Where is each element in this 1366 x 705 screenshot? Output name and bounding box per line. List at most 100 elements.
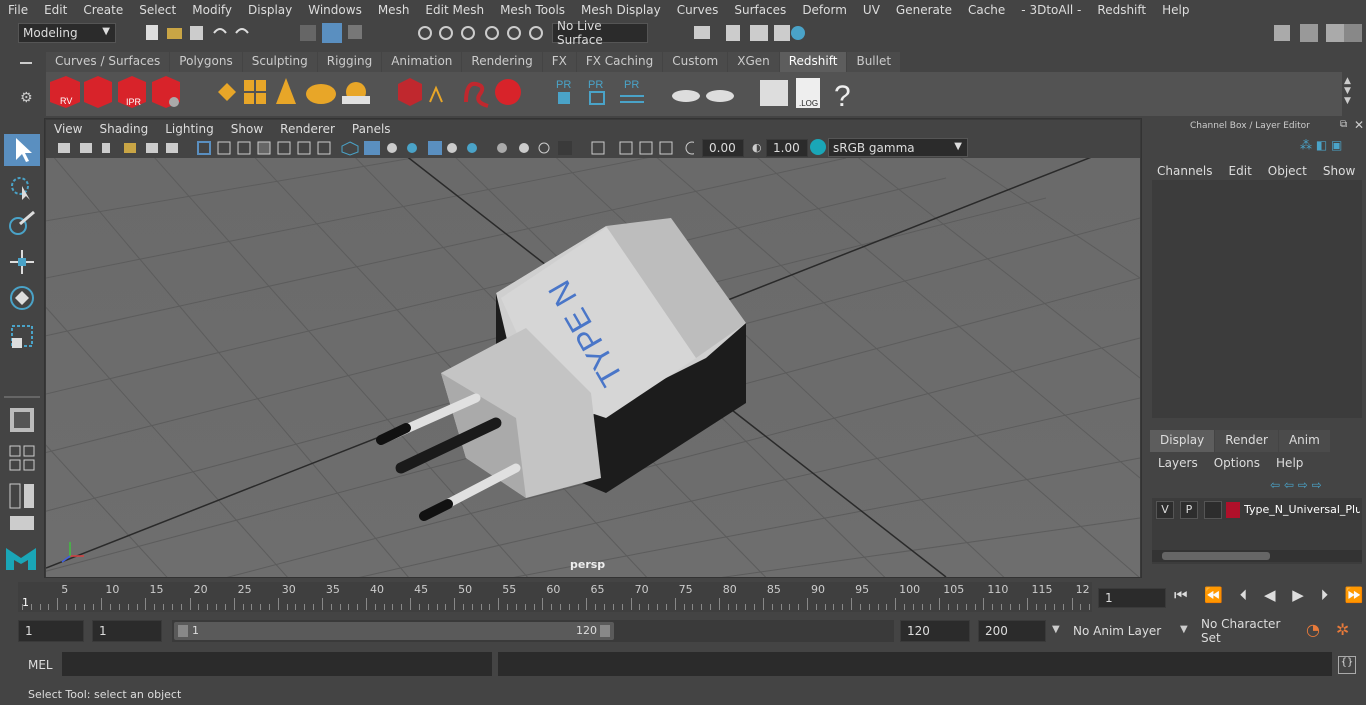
menu-7[interactable]: Mesh (370, 3, 418, 17)
layer-playback-toggle[interactable]: P (1180, 501, 1198, 519)
layer-menu-2[interactable]: Help (1266, 454, 1309, 472)
menu-icon[interactable] (20, 62, 32, 64)
layer-icons[interactable]: ⇦ ⇦ ⇨ ⇨ (1270, 478, 1322, 492)
select-tool-icon[interactable] (4, 134, 40, 166)
menu-0[interactable]: File (0, 3, 36, 17)
layer-name[interactable]: Type_N_Universal_Plug (1244, 503, 1360, 516)
shelf-tab-7[interactable]: FX Caching (576, 52, 663, 72)
range-slider-handle[interactable]: 1 120 (174, 622, 614, 640)
channel-menu-3[interactable]: Show (1314, 160, 1362, 178)
menu-16[interactable]: Cache (960, 3, 1013, 17)
menu-11[interactable]: Curves (669, 3, 727, 17)
viewport-3d[interactable]: TYPE N persp (46, 158, 1140, 577)
current-frame-field[interactable]: 1 (1098, 588, 1166, 608)
mode-dropdown[interactable]: Modeling ▼ (18, 23, 116, 43)
layer-tab-1[interactable]: Render (1215, 430, 1278, 452)
range-slider[interactable]: 1 120 (172, 620, 894, 642)
channel-menu-0[interactable]: Channels (1148, 160, 1220, 178)
layer-row[interactable]: V P Type_N_Universal_Plug (1154, 500, 1360, 520)
shelf-tab-10[interactable]: Redshift (779, 52, 847, 72)
workspace-icons[interactable] (1270, 22, 1366, 44)
menu-8[interactable]: Edit Mesh (417, 3, 492, 17)
rotate-tool-icon[interactable] (4, 282, 40, 314)
layout-four-icon[interactable] (4, 442, 40, 474)
scale-tool-icon[interactable] (4, 320, 40, 352)
range-start-knob[interactable] (178, 625, 188, 637)
viewport-menu-5[interactable]: Panels (344, 122, 400, 136)
menu-18[interactable]: Redshift (1089, 3, 1154, 17)
menu-10[interactable]: Mesh Display (573, 3, 669, 17)
viewport-menu-3[interactable]: Show (223, 122, 272, 136)
plug-model[interactable]: TYPE N (376, 218, 746, 521)
script-editor-icon[interactable]: {} (1338, 656, 1356, 674)
auto-key-icon[interactable]: ◔ (1306, 620, 1320, 639)
playback-end-field[interactable]: 120 (900, 620, 970, 642)
shelf-tab-11[interactable]: Bullet (847, 52, 901, 72)
layer-color-swatch[interactable] (1226, 502, 1240, 518)
scrollbar-thumb[interactable] (1162, 552, 1270, 560)
gear-icon[interactable]: ⚙ (20, 90, 33, 106)
menu-1[interactable]: Edit (36, 3, 75, 17)
time-slider[interactable]: 5 10 15 20 25 30 35 40 45 50 55 60 65 70 75 80 85 90 95 100… (0, 580, 1366, 616)
viewport-menu-1[interactable]: Shading (91, 122, 157, 136)
viewport-menu-2[interactable]: Lighting (157, 122, 223, 136)
menu-9[interactable]: Mesh Tools (492, 3, 573, 17)
shelf-tab-2[interactable]: Sculpting (242, 52, 317, 72)
viewport-menu-4[interactable]: Renderer (272, 122, 344, 136)
playback-controls[interactable]: ⏮ ⏪ ⏴ ◀ ▶ ⏵ ⏩ ⏭ (1174, 586, 1366, 604)
color-management-icon[interactable] (810, 139, 826, 155)
exposure-field[interactable]: 0.00 (702, 139, 744, 157)
shelf-scroll-arrows[interactable]: ▲ ▼ ▼ (1344, 76, 1358, 112)
shelf-tab-5[interactable]: Rendering (462, 52, 542, 72)
mel-input[interactable] (62, 652, 492, 676)
close-icon[interactable]: ✕ (1354, 118, 1364, 132)
menu-6[interactable]: Windows (300, 3, 370, 17)
playback-start-field[interactable]: 1 (92, 620, 162, 642)
layer-scrollbar[interactable] (1152, 550, 1362, 562)
preferences-icon[interactable]: ✲ (1336, 620, 1349, 639)
layer-tab-2[interactable]: Anim (1278, 430, 1330, 452)
menu-4[interactable]: Modify (184, 3, 240, 17)
status-tool-icons[interactable] (140, 22, 550, 44)
menu-19[interactable]: Help (1154, 3, 1197, 17)
shelf-tab-6[interactable]: FX (542, 52, 576, 72)
paint-tool-icon[interactable] (4, 208, 40, 240)
channel-icons[interactable]: ⁂ ◧ ▣ (1300, 138, 1342, 152)
layout-single-icon[interactable] (4, 404, 40, 436)
layer-menu-0[interactable]: Layers (1148, 454, 1204, 472)
range-end-knob[interactable] (600, 625, 610, 637)
shelf-tab-4[interactable]: Animation (382, 52, 462, 72)
lasso-tool-icon[interactable] (4, 172, 40, 204)
menu-3[interactable]: Select (131, 3, 184, 17)
menu-2[interactable]: Create (75, 3, 131, 17)
mel-label[interactable]: MEL (28, 658, 53, 672)
gamma-field[interactable]: 1.00 (766, 139, 808, 157)
layer-menu-1[interactable]: Options (1204, 454, 1266, 472)
move-tool-icon[interactable] (4, 246, 40, 278)
channel-menu-1[interactable]: Edit (1220, 160, 1259, 178)
float-icon[interactable]: ⧉ (1340, 119, 1347, 130)
chevron-down-icon[interactable]: ▼ (1052, 624, 1060, 635)
menu-12[interactable]: Surfaces (726, 3, 794, 17)
menu-17[interactable]: - 3DtoAll - (1013, 3, 1089, 17)
menu-14[interactable]: UV (855, 3, 888, 17)
shelf-tab-1[interactable]: Polygons (170, 52, 242, 72)
end-frame-field[interactable]: 200 (978, 620, 1046, 642)
render-icons[interactable] (680, 22, 820, 44)
channel-menu-2[interactable]: Object (1259, 160, 1314, 178)
panel-tool-icons[interactable] (54, 140, 694, 156)
shelf-tab-8[interactable]: Custom (663, 52, 728, 72)
chevron-down-icon[interactable]: ▼ (1180, 624, 1188, 635)
layer-tab-0[interactable]: Display (1150, 430, 1215, 452)
layer-visibility-toggle[interactable]: V (1156, 501, 1174, 519)
layer-display-type[interactable] (1204, 501, 1222, 519)
menu-5[interactable]: Display (240, 3, 300, 17)
shelf-tab-9[interactable]: XGen (728, 52, 779, 72)
anim-layer-dropdown[interactable]: No Anim Layer (1068, 620, 1174, 642)
time-slider-track[interactable]: 5 10 15 20 25 30 35 40 45 50 55 60 65 70 75 80 85 90 95 100… (18, 582, 1092, 612)
menu-15[interactable]: Generate (888, 3, 960, 17)
shelf-tab-3[interactable]: Rigging (317, 52, 382, 72)
live-surface-field[interactable]: No Live Surface (552, 19, 648, 47)
character-set-dropdown[interactable]: No Character Set (1196, 617, 1298, 645)
menu-13[interactable]: Deform (794, 3, 855, 17)
